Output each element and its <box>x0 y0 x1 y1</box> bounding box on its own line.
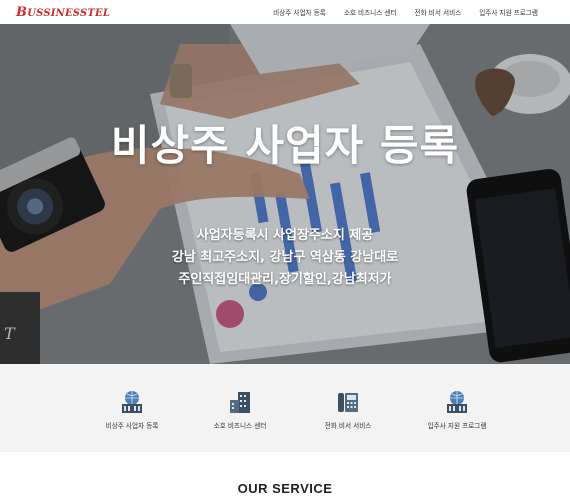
telephone-icon <box>338 393 358 412</box>
hero-line: 사업자등록시 사업장주소지 제공 <box>196 228 374 243</box>
office-building-icon <box>230 392 250 413</box>
service-tenant-support[interactable]: 입주사 지원 프로그램 <box>402 390 512 430</box>
service-soho-center[interactable]: 소호 비즈니스 센터 <box>185 390 295 430</box>
service-business-registration[interactable]: 비상주 사업자 등록 <box>77 390 187 430</box>
nav-item-phone-secretary[interactable]: 전화 비서 서비스 <box>415 7 462 17</box>
hero-description: 사업자등록시 사업장주소지 제공 강남 최고주소지, 강남구 역삼동 강남대로 … <box>0 225 570 291</box>
hero-line: 주인직접임대관리,장기할인,강남최저가 <box>178 272 392 287</box>
logo-text: USSINESSTEL <box>27 8 111 19</box>
service-label: 입주사 지원 프로그램 <box>427 422 487 430</box>
hero-banner: T 비상주 사업자 등록 사업자등록시 사업장주소지 제공 강남 최고주소지, … <box>0 24 570 364</box>
globe-building-icon <box>122 391 142 413</box>
globe-building-icon <box>447 391 467 413</box>
nav-item-soho-center[interactable]: 소호 비즈니스 센터 <box>344 7 397 17</box>
hero-title: 비상주 사업자 등록 <box>110 121 460 170</box>
service-phone-secretary[interactable]: 전화 비서 서비스 <box>293 390 403 430</box>
services-strip: 비상주 사업자 등록 소호 비즈니스 센터 전화 비서 서비스 입주사 지원 프… <box>0 364 570 452</box>
logo[interactable]: BUSSINESSTEL <box>16 5 110 20</box>
nav-item-business-registration[interactable]: 비상주 사업자 등록 <box>273 7 326 17</box>
site-header: BUSSINESSTEL 비상주 사업자 등록 소호 비즈니스 센터 전화 비서… <box>0 0 570 24</box>
main-nav: 비상주 사업자 등록 소호 비즈니스 센터 전화 비서 서비스 입주사 지원 프… <box>273 7 538 17</box>
service-label: 전화 비서 서비스 <box>324 422 372 430</box>
nav-item-tenant-support[interactable]: 입주사 지원 프로그램 <box>479 7 538 17</box>
logo-initial: B <box>16 5 28 20</box>
hero-background-photo: T <box>0 24 570 364</box>
service-label: 비상주 사업자 등록 <box>105 422 159 430</box>
hero-line: 강남 최고주소지, 강남구 역삼동 강남대로 <box>171 250 399 265</box>
service-label: 소호 비즈니스 센터 <box>213 422 267 430</box>
